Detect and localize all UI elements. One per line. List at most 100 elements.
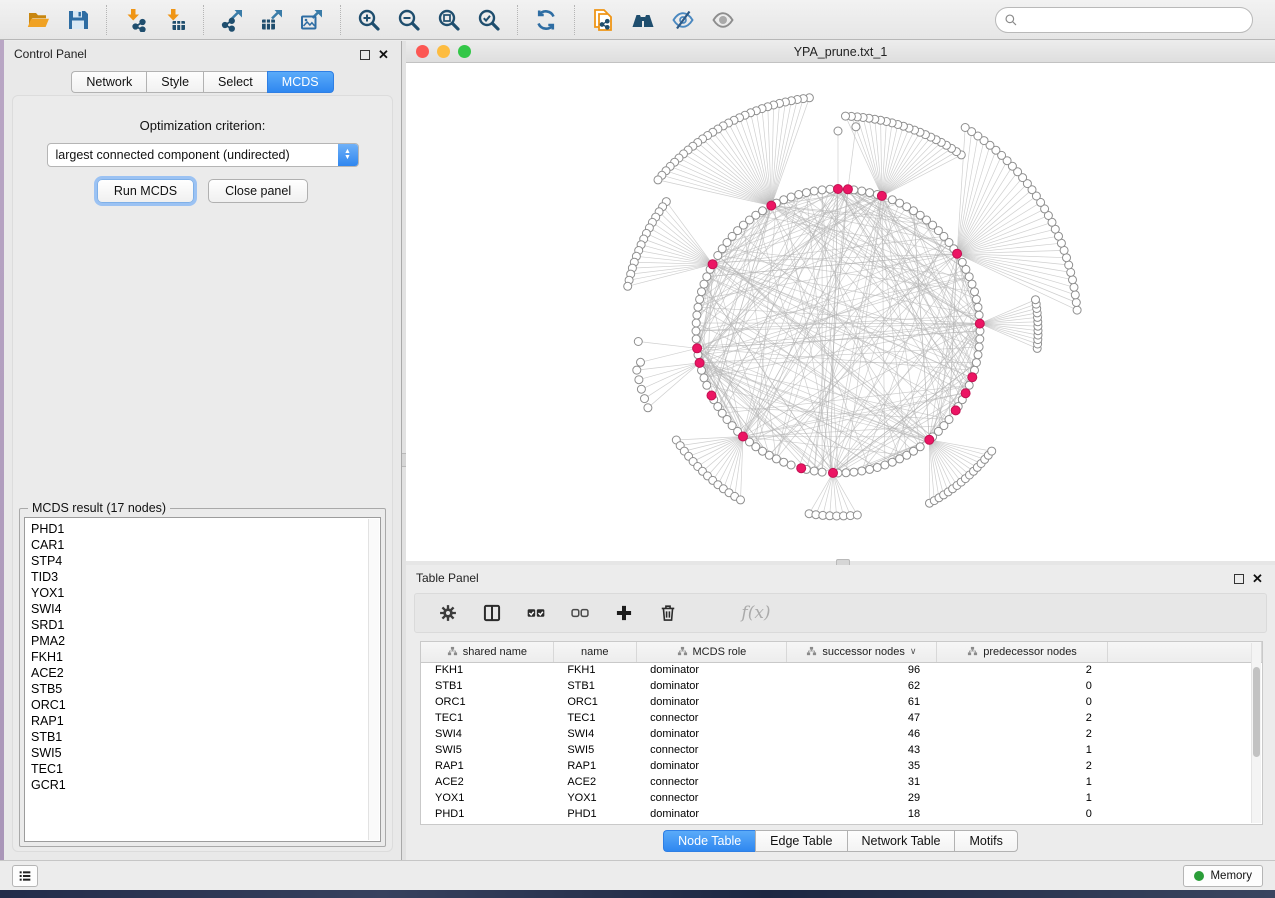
mcds-node[interactable] [829,468,838,477]
cell-name[interactable]: SWI5 [553,742,636,758]
cell-empty[interactable] [1108,742,1262,758]
mcds-node[interactable] [953,249,962,258]
cell-successor[interactable]: 46 [787,726,937,742]
network-node[interactable] [961,124,969,132]
cell-empty[interactable] [1108,726,1262,742]
cell-empty[interactable] [1108,678,1262,694]
save-session-button[interactable] [62,5,94,35]
network-node[interactable] [1069,276,1077,284]
network-node[interactable] [787,193,795,201]
network-node[interactable] [988,447,996,455]
table-row[interactable]: TEC1TEC1connector472 [421,710,1262,726]
table-scrollbar[interactable] [1251,643,1261,823]
network-node[interactable] [703,381,711,389]
mcds-node[interactable] [708,260,717,269]
result-list-item[interactable]: STP4 [31,553,380,569]
network-node[interactable] [698,288,706,296]
cell-empty[interactable] [1108,806,1262,822]
network-node[interactable] [842,112,850,120]
mcds-node[interactable] [843,185,852,194]
cell-mcds_role[interactable]: connector [636,710,787,726]
network-node[interactable] [692,319,700,327]
tab-select[interactable]: Select [203,71,267,93]
network-node[interactable] [945,416,953,424]
network-node[interactable] [958,258,966,266]
cell-name[interactable]: FKH1 [553,662,636,678]
mcds-node[interactable] [961,389,970,398]
network-node[interactable] [834,127,842,135]
cell-shared_name[interactable]: ORC1 [421,694,553,710]
network-node[interactable] [1032,296,1040,304]
cell-predecessor[interactable]: 1 [936,742,1108,758]
mcds-node[interactable] [951,406,960,415]
mcds-node[interactable] [695,358,704,367]
result-list-item[interactable]: GCR1 [31,777,380,793]
close-panel-button[interactable]: Close panel [208,179,308,203]
tab-node-table[interactable]: Node Table [663,830,755,852]
network-node[interactable] [634,338,642,346]
mcds-node[interactable] [693,344,702,353]
cell-mcds_role[interactable]: dominator [636,678,787,694]
cell-predecessor[interactable]: 0 [936,678,1108,694]
cell-mcds_role[interactable]: dominator [636,758,787,774]
network-node[interactable] [772,455,780,463]
network-node[interactable] [968,280,976,288]
table-scrollbar-thumb[interactable] [1253,667,1260,757]
cell-predecessor[interactable]: 2 [936,726,1108,742]
network-node[interactable] [810,187,818,195]
apply-layout-button[interactable] [530,5,562,35]
network-node[interactable] [635,376,643,384]
network-node[interactable] [888,196,896,204]
cell-empty[interactable] [1108,694,1262,710]
cell-name[interactable]: PHD1 [553,806,636,822]
result-list-item[interactable]: STB1 [31,729,380,745]
network-node[interactable] [694,303,702,311]
network-node[interactable] [700,374,708,382]
mcds-node[interactable] [834,185,843,194]
network-node[interactable] [974,303,982,311]
cell-empty[interactable] [1108,774,1262,790]
columns-button[interactable] [481,602,503,624]
table-row[interactable]: SWI4SWI4dominator462 [421,726,1262,742]
network-node[interactable] [703,273,711,281]
result-list-item[interactable]: FKH1 [31,649,380,665]
cell-mcds_role[interactable]: dominator [636,726,787,742]
task-history-button[interactable] [12,865,38,887]
cell-successor[interactable]: 29 [787,790,937,806]
search-box[interactable] [995,7,1253,33]
network-node[interactable] [858,187,866,195]
zoom-out-button[interactable] [393,5,425,35]
cell-successor[interactable]: 35 [787,758,937,774]
mcds-node[interactable] [797,464,806,473]
cell-predecessor[interactable]: 2 [936,758,1108,774]
zoom-selected-button[interactable] [473,5,505,35]
cell-predecessor[interactable]: 2 [936,710,1108,726]
cell-predecessor[interactable]: 0 [936,694,1108,710]
mcds-node[interactable] [739,432,748,441]
result-list-item[interactable]: YOX1 [31,585,380,601]
float-panel-icon[interactable] [360,50,370,60]
table-row[interactable]: YOX1YOX1connector291 [421,790,1262,806]
result-list-item[interactable]: SWI5 [31,745,380,761]
network-node[interactable] [624,282,632,290]
network-node[interactable] [641,395,649,403]
cell-successor[interactable]: 47 [787,710,937,726]
network-node[interactable] [1063,254,1071,262]
network-node[interactable] [873,464,881,472]
select-all-button[interactable] [525,602,547,624]
mcds-node[interactable] [968,373,977,382]
import-table-button[interactable] [159,5,191,35]
search-input[interactable] [1018,10,1252,30]
open-file-button[interactable] [22,5,54,35]
import-network-button[interactable] [119,5,151,35]
network-window-titlebar[interactable]: YPA_prune.txt_1 [406,41,1275,63]
tab-network[interactable]: Network [71,71,146,93]
network-node[interactable] [737,496,745,504]
export-table-button[interactable] [256,5,288,35]
export-image-button[interactable] [296,5,328,35]
result-list-item[interactable]: TEC1 [31,761,380,777]
network-node[interactable] [633,366,641,374]
network-node[interactable] [637,358,645,366]
network-node[interactable] [818,468,826,476]
table-row[interactable]: ACE2ACE2connector311 [421,774,1262,790]
